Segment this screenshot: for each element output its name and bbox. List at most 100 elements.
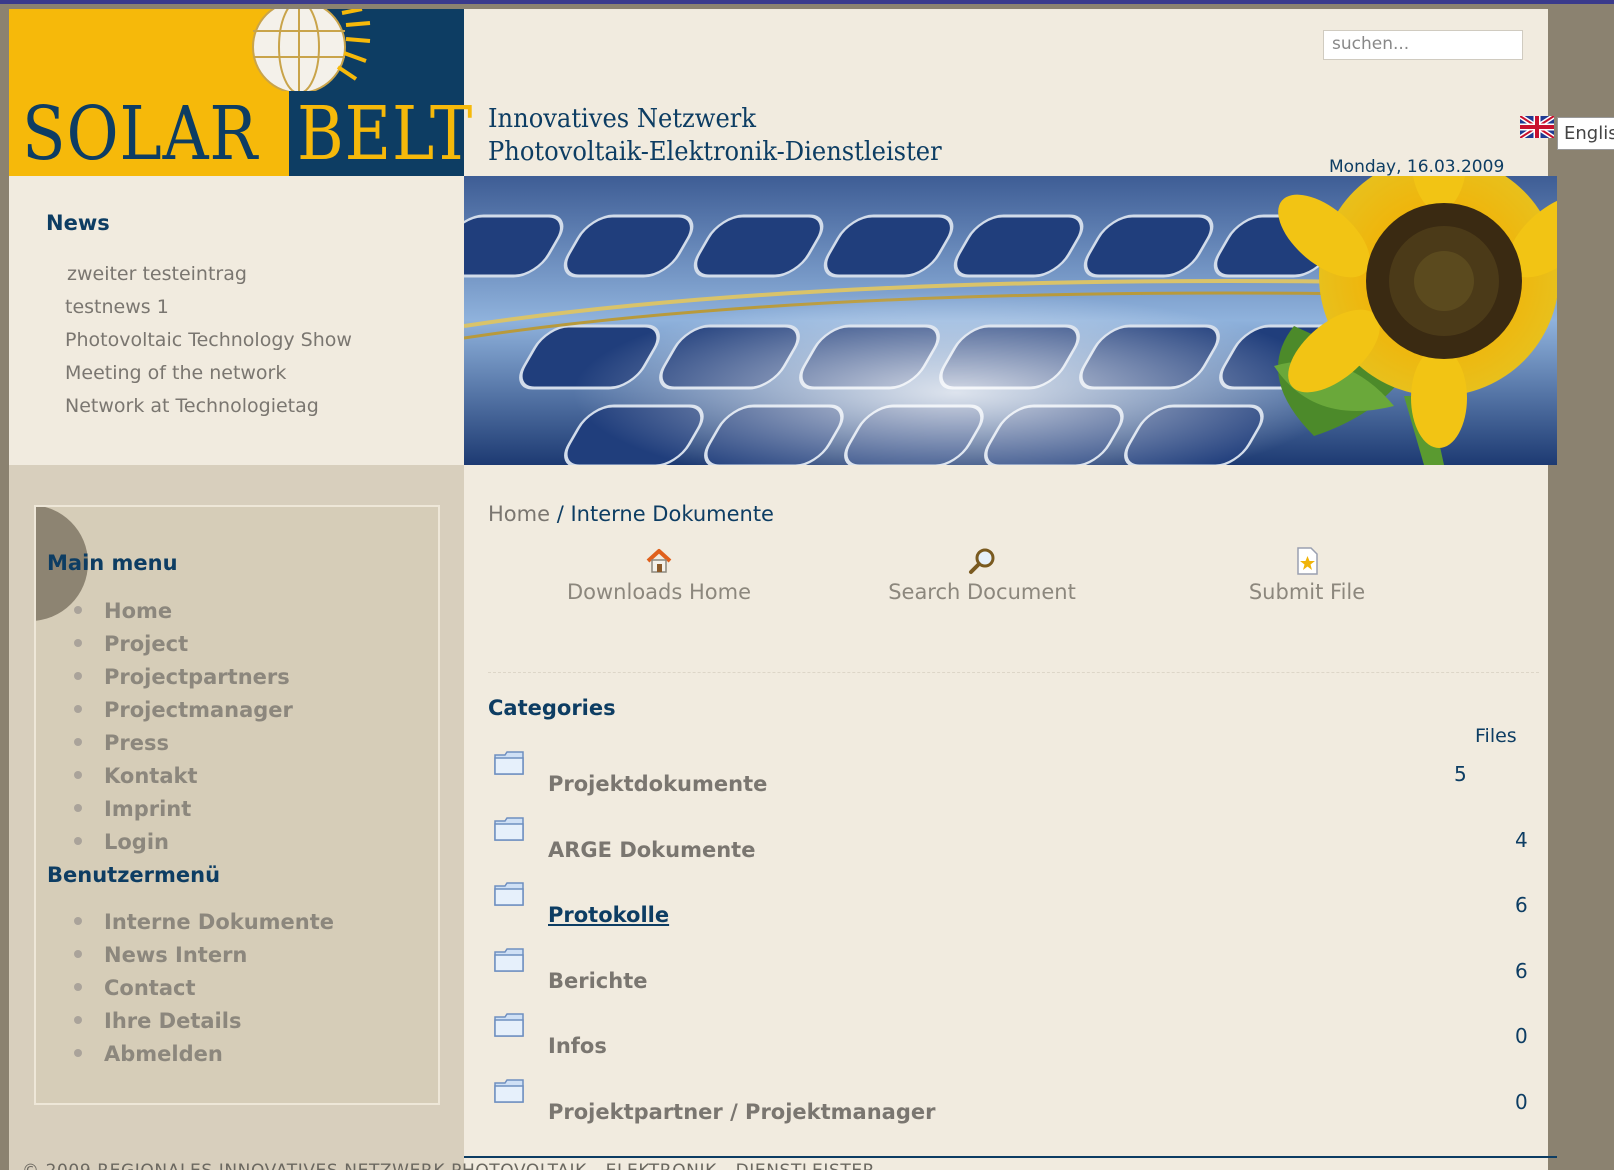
main-menu-item-projectpartners[interactable]: Projectpartners: [74, 661, 293, 694]
category-row[interactable]: Berichte 6: [488, 947, 1538, 1013]
bullet-icon: [74, 1016, 82, 1024]
user-menu-item-ihre-details[interactable]: Ihre Details: [74, 1005, 334, 1038]
news-module: News zweiter testeintrag testnews 1 Phot…: [9, 176, 464, 465]
uk-flag-icon[interactable]: [1520, 116, 1554, 138]
folder-icon: [494, 817, 524, 841]
category-name[interactable]: Berichte: [548, 969, 647, 993]
search-input[interactable]: suchen...: [1323, 30, 1523, 60]
downloads-home-label: Downloads Home: [566, 580, 752, 604]
search-document-label: Search Document: [888, 580, 1076, 604]
news-item[interactable]: Meeting of the network: [65, 357, 352, 390]
menu-item-label: Contact: [104, 976, 196, 1000]
menu-item-label: Home: [104, 599, 173, 623]
news-item[interactable]: Photovoltaic Technology Show: [65, 324, 352, 357]
menu-item-label: Kontakt: [104, 764, 198, 788]
tagline-line-1: Innovatives Netzwerk: [488, 104, 756, 134]
footer-divider: [464, 1156, 1557, 1158]
menu-item-label: Interne Dokumente: [104, 910, 335, 934]
bullet-icon: [74, 983, 82, 991]
bullet-icon: [74, 804, 82, 812]
window-top-border: [0, 0, 1614, 4]
menu-item-label: Imprint: [104, 797, 192, 821]
folder-icon: [494, 751, 524, 775]
logo-word-belt: BELT: [297, 91, 474, 177]
category-name[interactable]: Protokolle: [548, 903, 669, 927]
category-row[interactable]: Projektpartner / Projektmanager 0: [488, 1078, 1538, 1144]
main-menu-item-imprint[interactable]: Imprint: [74, 793, 293, 826]
category-file-count: 4: [1515, 828, 1528, 852]
user-menu-item-interne-dokumente[interactable]: Interne Dokumente: [74, 906, 334, 939]
bullet-icon: [74, 1049, 82, 1057]
submit-file-icon: [1297, 547, 1318, 575]
bullet-icon: [74, 738, 82, 746]
main-menu-item-home[interactable]: Home: [74, 595, 293, 628]
current-date: Monday, 16.03.2009: [1329, 157, 1505, 177]
main-menu-item-projectmanager[interactable]: Projectmanager: [74, 694, 293, 727]
news-item[interactable]: Network at Technologietag: [65, 390, 352, 423]
main-menu-item-press[interactable]: Press: [74, 727, 293, 760]
menu-item-label: Projectmanager: [104, 698, 293, 722]
category-row[interactable]: ARGE Dokumente 4: [488, 816, 1538, 882]
solarbelt-logo[interactable]: SOLAR BELT: [9, 9, 472, 177]
files-column-header: Files: [1475, 725, 1517, 747]
footer-copyright: © 2009 REGIONALES INNOVATIVES NETZWERK P…: [22, 1161, 875, 1170]
bullet-icon: [74, 606, 82, 614]
menu-box: Main menu Home Project Projectpartners P…: [34, 505, 440, 1105]
menu-item-label: Press: [104, 731, 169, 755]
downloads-home-button[interactable]: Downloads Home: [544, 546, 774, 604]
language-select[interactable]: English: [1557, 117, 1614, 150]
user-menu-title: Benutzermenü: [47, 863, 221, 887]
category-row[interactable]: Projektdokumente 5: [488, 750, 1538, 816]
main-menu-list: Home Project Projectpartners Projectmana…: [74, 595, 293, 859]
folder-icon: [494, 1013, 524, 1037]
bullet-icon: [74, 639, 82, 647]
category-row[interactable]: Protokolle 6: [488, 881, 1538, 947]
folder-icon: [494, 948, 524, 972]
sidebar: Main menu Home Project Projectpartners P…: [9, 465, 464, 1170]
user-menu-list: Interne Dokumente News Intern Contact Ih…: [74, 906, 334, 1071]
search-document-button[interactable]: Search Document: [867, 546, 1097, 604]
category-name[interactable]: Projektdokumente: [548, 772, 767, 796]
category-name[interactable]: Infos: [548, 1034, 607, 1058]
category-file-count: 6: [1515, 893, 1528, 917]
user-menu-item-contact[interactable]: Contact: [74, 972, 334, 1005]
menu-item-label: Ihre Details: [104, 1009, 242, 1033]
news-item[interactable]: testnews 1: [65, 291, 352, 324]
category-name[interactable]: ARGE Dokumente: [548, 838, 755, 862]
submit-file-label: Submit File: [1248, 580, 1366, 604]
news-title: News: [46, 211, 110, 235]
category-name[interactable]: Projektpartner / Projektmanager: [548, 1100, 936, 1124]
menu-item-label: Projectpartners: [104, 665, 290, 689]
breadcrumb: Home / Interne Dokumente: [488, 502, 774, 526]
logo-word-solar: SOLAR: [22, 91, 259, 177]
bullet-icon: [74, 917, 82, 925]
submit-file-button[interactable]: Submit File: [1192, 546, 1422, 604]
folder-icon: [494, 1079, 524, 1103]
category-row[interactable]: Infos 0: [488, 1012, 1538, 1078]
news-item[interactable]: zweiter testeintrag: [65, 258, 352, 291]
breadcrumb-current: Interne Dokumente: [570, 502, 774, 526]
tagline-line-2: Photovoltaik-Elektronik-Dienstleister: [488, 137, 942, 167]
menu-item-label: News Intern: [104, 943, 248, 967]
main-menu-item-login[interactable]: Login: [74, 826, 293, 859]
user-menu-item-news-intern[interactable]: News Intern: [74, 939, 334, 972]
main-menu-item-project[interactable]: Project: [74, 628, 293, 661]
user-menu-item-abmelden[interactable]: Abmelden: [74, 1038, 334, 1071]
bullet-icon: [74, 705, 82, 713]
breadcrumb-separator: /: [556, 502, 564, 526]
globe-sun-icon: [252, 9, 371, 91]
bullet-icon: [74, 950, 82, 958]
main-menu-item-kontakt[interactable]: Kontakt: [74, 760, 293, 793]
page: SOLAR BELT Innovatives Netzwerk Photovol…: [9, 9, 1614, 1170]
magnifier-icon: [969, 548, 995, 574]
category-file-count: 5: [1454, 762, 1467, 786]
main-menu-title: Main menu: [47, 551, 178, 575]
breadcrumb-home-link[interactable]: Home: [488, 502, 550, 526]
category-file-count: 6: [1515, 959, 1528, 983]
window-left-border: [0, 4, 9, 1170]
bullet-icon: [74, 672, 82, 680]
categories-title: Categories: [488, 696, 616, 720]
solar-panel-sunflower-banner: [464, 176, 1557, 465]
news-list: zweiter testeintrag testnews 1 Photovolt…: [65, 258, 352, 423]
folder-icon: [494, 882, 524, 906]
